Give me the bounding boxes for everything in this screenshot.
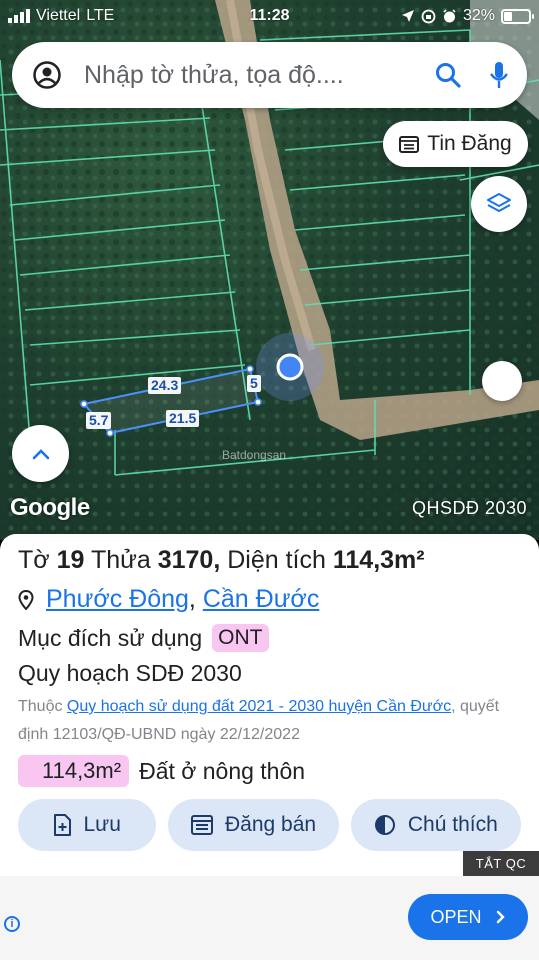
listings-label: Tin Đăng [427,132,512,155]
compass-button[interactable] [482,361,522,401]
purpose-label: Mục đích sử dụng [18,624,203,651]
dimension-label-bottom: 21.5 [166,410,200,427]
map-watermark: Batdongsan [222,448,287,462]
ward-link[interactable]: Phước Đông [46,585,189,614]
action-row: Lưu Đăng bán Chú thích [18,799,521,851]
expand-button[interactable] [12,425,69,482]
parcel-info-sheet: Tờ 19 Thửa 3170, Diện tích 114,3m² Phước… [0,534,539,876]
search-input[interactable]: Nhập tờ thửa, tọa độ.... [84,61,435,90]
layers-icon [487,193,511,212]
legend-label: Chú thích [407,813,498,836]
signal-icon [8,9,30,23]
dimension-label-top: 24.3 [148,377,182,394]
carrier-name: Viettel [36,7,81,24]
save-label: Lưu [83,813,121,836]
map-pin-icon [18,589,34,610]
plan-document-link[interactable]: Quy hoạch sử dụng đất 2021 - 2030 huyện … [67,698,451,715]
area-label: Diện tích [227,546,326,574]
rotation-lock-icon [421,9,436,23]
plan-layer-label: QHSDĐ 2030 [411,498,527,518]
search-icon[interactable] [435,62,461,88]
plan-reference: Thuộc Quy hoạch sử dụng đất 2021 - 2030 … [18,693,521,749]
plan-title: Quy hoạch SDĐ 2030 [18,660,242,686]
district-link[interactable]: Cần Đước [203,585,320,614]
listings-button[interactable]: Tin Đăng [383,121,528,167]
account-icon[interactable] [32,60,62,90]
alarm-icon [443,8,456,22]
microphone-icon[interactable] [489,61,509,89]
chevron-right-icon [496,910,505,924]
battery-icon [501,8,534,24]
location-arrow-icon [401,10,414,22]
land-use-purpose: Mục đích sử dụng ONT [18,624,521,652]
search-bar[interactable]: Nhập tờ thửa, tọa độ.... [12,42,527,108]
clock: 11:28 [249,7,290,24]
ad-info-icon[interactable]: i [4,916,20,932]
plan-area-badge: 114,3m² [18,755,130,787]
post-for-sale-label: Đăng bán [224,813,317,836]
belongs-prefix: Thuộc [18,698,63,715]
dimension-label-right: 5 [247,375,261,392]
plan-land-type: 114,3m² Đất ở nông thôn [18,755,521,787]
dimension-label-left: 5.7 [86,412,112,429]
parcel-location: Phước Đông, Cần Đước [18,585,521,614]
thua-label: Thửa [90,546,151,574]
chevron-up-icon [32,448,49,459]
purpose-badge: ONT [212,624,269,652]
battery-percent: 32% [462,7,495,24]
ad-open-button[interactable]: OPEN [408,894,528,940]
ad-open-label: OPEN [430,906,482,927]
calendar-list-icon [190,815,213,835]
contrast-icon [374,815,395,835]
to-label: Tờ [18,546,50,574]
calendar-list-icon [399,136,420,153]
google-logo: Google [10,494,90,521]
ad-banner[interactable]: i OPEN [0,876,539,960]
add-document-icon [54,814,72,836]
land-type-label: Đất ở nông thôn [139,757,306,784]
parcel-title: Tờ 19 Thửa 3170, Diện tích 114,3m² [18,546,521,575]
layers-button[interactable] [471,176,527,232]
area-value: 114,3m² [332,546,425,574]
thua-number: 3170, [157,546,221,574]
post-for-sale-button[interactable]: Đăng bán [168,799,339,851]
status-bar: Viettel LTE 11:28 32% [0,0,539,32]
hide-ads-button[interactable]: TẮT QC [463,851,539,876]
network-type: LTE [86,7,115,24]
to-number: 19 [56,546,85,574]
legend-button[interactable]: Chú thích [350,799,521,851]
save-button[interactable]: Lưu [18,799,157,851]
